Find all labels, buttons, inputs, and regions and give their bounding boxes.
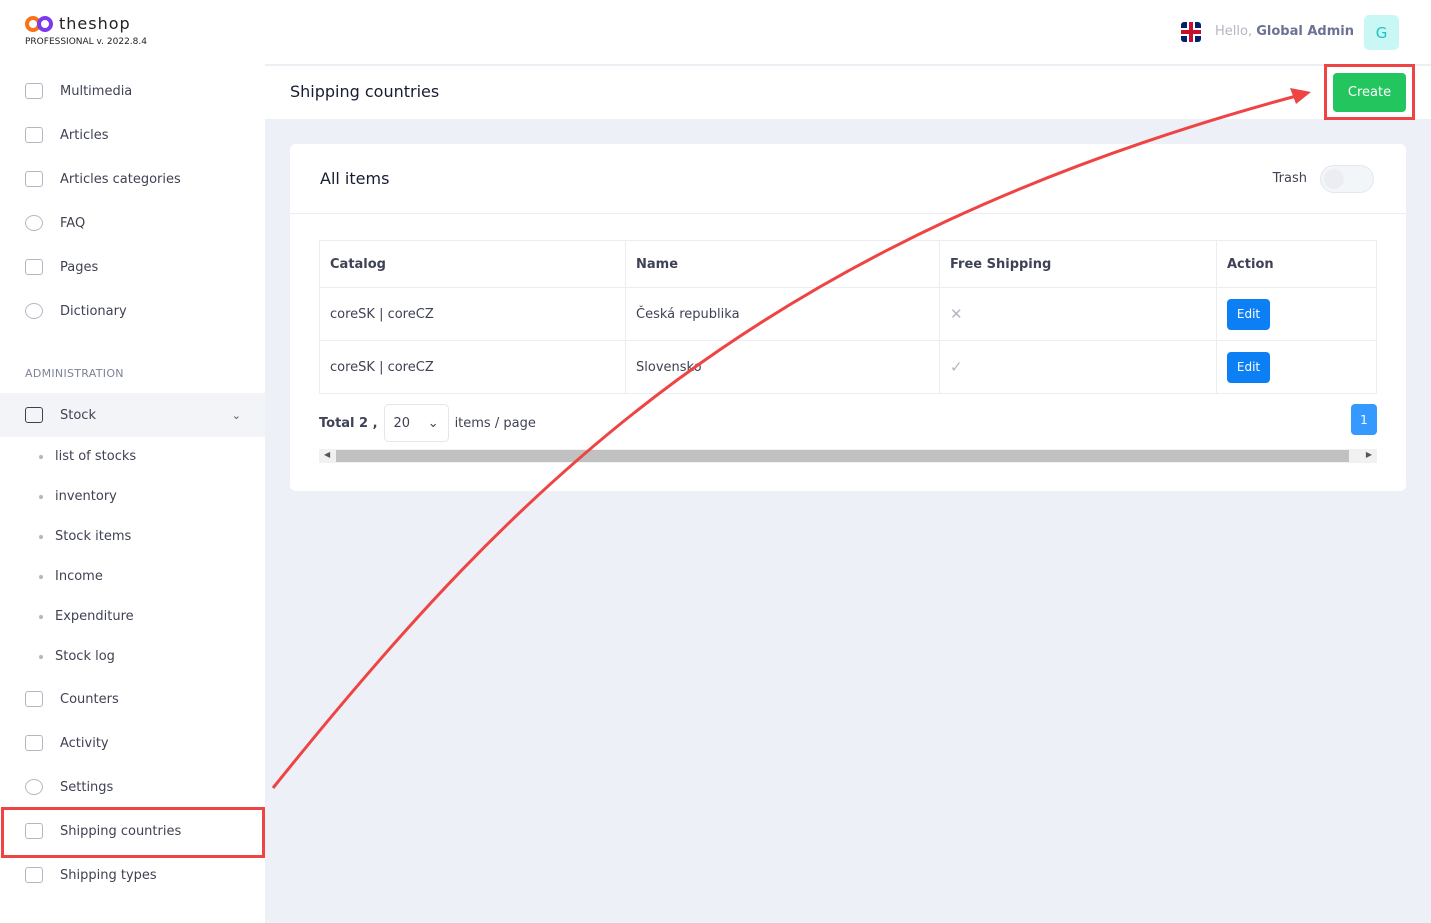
items-card: All items Trash Catalog Name Free Shippi… xyxy=(290,144,1406,491)
items-table: Catalog Name Free Shipping Action coreSK… xyxy=(319,240,1377,394)
x-icon: ✕ xyxy=(950,305,963,323)
cell-catalog: coreSK | coreCZ xyxy=(319,287,626,341)
sidebar-subitem-stock-log[interactable]: Stock log xyxy=(39,649,115,664)
user-name: Global Admin xyxy=(1256,24,1354,39)
sidebar-subitem-list-of-stocks[interactable]: list of stocks xyxy=(39,449,136,464)
copy-icon xyxy=(25,171,43,187)
globe-icon xyxy=(25,303,43,319)
list-icon xyxy=(25,691,43,707)
col-catalog: Catalog xyxy=(319,240,626,288)
cell-name: Česká republika xyxy=(625,287,940,341)
chevron-down-icon: ⌄ xyxy=(427,415,439,431)
label: Counters xyxy=(60,691,119,707)
chevron-down-icon: ⌄ xyxy=(231,408,241,422)
cell-catalog: coreSK | coreCZ xyxy=(319,340,626,394)
sidebar-item-stock[interactable]: Stock ⌄ xyxy=(0,393,265,437)
cell-name: Slovensko xyxy=(625,340,940,394)
subheader: Shipping countries Create xyxy=(265,66,1431,119)
page-title: Shipping countries xyxy=(290,82,440,101)
sidebar-item-articles[interactable]: Articles xyxy=(0,113,265,157)
sidebar-item-dictionary[interactable]: Dictionary xyxy=(0,289,265,333)
lifebuoy-icon xyxy=(25,215,43,231)
trash-toggle[interactable] xyxy=(1320,165,1374,193)
card-title: All items xyxy=(320,169,390,188)
highlight-create xyxy=(1324,64,1415,120)
brand-name: theshop xyxy=(59,14,131,33)
label: Articles categories xyxy=(60,171,181,187)
label: FAQ xyxy=(60,215,86,231)
pagination: Total 2 , 20 ⌄ items / page xyxy=(319,404,536,442)
scrollbar-thumb[interactable] xyxy=(336,450,1349,462)
hello-text: Hello, xyxy=(1215,24,1253,39)
scroll-left-icon[interactable]: ◀ xyxy=(324,450,330,459)
per-page-value: 20 xyxy=(393,415,410,431)
trash-label: Trash xyxy=(1272,171,1307,186)
total-count: Total 2 , xyxy=(319,415,378,431)
per-page-select[interactable]: 20 ⌄ xyxy=(383,404,449,442)
avatar[interactable]: G xyxy=(1364,15,1399,50)
horizontal-scrollbar[interactable]: ◀ ▶ xyxy=(319,449,1377,463)
browser-icon xyxy=(25,259,43,275)
sidebar-item-faq[interactable]: FAQ xyxy=(0,201,265,245)
label: Dictionary xyxy=(60,303,127,319)
per-page-label: items / page xyxy=(454,415,536,431)
table-row: coreSK | coreCZ Slovensko ✓ Edit xyxy=(319,340,1377,394)
topbar: Hello, Global Admin G xyxy=(265,0,1431,65)
table-row: coreSK | coreCZ Česká republika ✕ Edit xyxy=(319,287,1377,341)
box-icon xyxy=(25,407,43,423)
calendar-icon xyxy=(25,735,43,751)
label: Pages xyxy=(60,259,99,275)
section-administration: ADMINISTRATION xyxy=(25,367,124,380)
table-header: Catalog Name Free Shipping Action xyxy=(319,240,1377,288)
label: Multimedia xyxy=(60,83,133,99)
user-greeting[interactable]: Hello, Global Admin xyxy=(1215,24,1354,39)
logo[interactable]: theshop PROFESSIONAL v. 2022.8.4 xyxy=(25,14,147,47)
sidebar: theshop PROFESSIONAL v. 2022.8.4 Multime… xyxy=(0,0,265,923)
col-free-shipping: Free Shipping xyxy=(939,240,1217,288)
gear-icon xyxy=(25,779,43,795)
sidebar-subitem-income[interactable]: Income xyxy=(39,569,103,584)
col-action: Action xyxy=(1216,240,1377,288)
logo-icon xyxy=(25,15,55,33)
edit-icon xyxy=(25,127,43,143)
sidebar-item-pages[interactable]: Pages xyxy=(0,245,265,289)
sidebar-item-shipping-types[interactable]: Shipping types xyxy=(0,853,265,897)
label: Articles xyxy=(60,127,109,143)
check-icon: ✓ xyxy=(950,358,963,376)
image-icon xyxy=(25,83,43,99)
label: Stock xyxy=(60,407,96,423)
sidebar-item-counters[interactable]: Counters xyxy=(0,677,265,721)
label: Settings xyxy=(60,779,114,795)
label: Shipping types xyxy=(60,867,157,883)
page-1-button[interactable]: 1 xyxy=(1351,404,1377,435)
sidebar-item-multimedia[interactable]: Multimedia xyxy=(0,69,265,113)
uk-flag-icon[interactable] xyxy=(1181,22,1201,42)
truck-icon xyxy=(25,867,43,883)
highlight-shipping-countries xyxy=(1,807,265,858)
version: PROFESSIONAL v. 2022.8.4 xyxy=(25,37,147,47)
sidebar-item-settings[interactable]: Settings xyxy=(0,765,265,809)
label: Activity xyxy=(60,735,109,751)
sidebar-item-articles-categories[interactable]: Articles categories xyxy=(0,157,265,201)
sidebar-subitem-inventory[interactable]: inventory xyxy=(39,489,117,504)
card-header: All items Trash xyxy=(290,144,1406,214)
sidebar-item-activity[interactable]: Activity xyxy=(0,721,265,765)
sidebar-subitem-expenditure[interactable]: Expenditure xyxy=(39,609,134,624)
col-name: Name xyxy=(625,240,940,288)
edit-button[interactable]: Edit xyxy=(1227,351,1270,383)
edit-button[interactable]: Edit xyxy=(1227,298,1270,330)
sidebar-subitem-stock-items[interactable]: Stock items xyxy=(39,529,131,544)
scroll-right-icon[interactable]: ▶ xyxy=(1366,450,1372,459)
